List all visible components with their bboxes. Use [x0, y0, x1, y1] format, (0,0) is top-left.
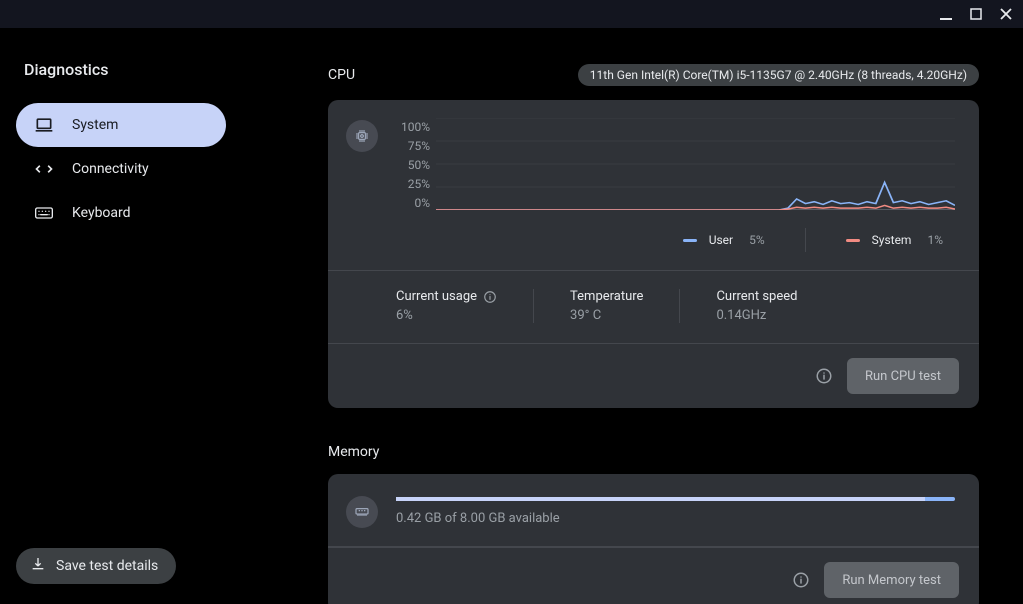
memory-available-text: 0.42 GB of 8.00 GB available: [396, 511, 955, 526]
cpu-chip-icon: [346, 120, 378, 152]
laptop-icon: [34, 115, 54, 135]
legend-swatch-user: [683, 239, 697, 242]
keyboard-icon: [34, 203, 54, 223]
app-title: Diagnostics: [24, 60, 296, 79]
sidebar-item-system[interactable]: System: [16, 103, 226, 147]
info-icon[interactable]: [815, 367, 833, 385]
memory-section-title: Memory: [328, 444, 379, 460]
stat-current-usage: Current usage 6%: [396, 289, 533, 323]
cpu-model-pill: 11th Gen Intel(R) Core(TM) i5-1135G7 @ 2…: [578, 64, 979, 86]
chart-y-axis: 100% 75% 50% 25% 0%: [392, 118, 430, 210]
run-cpu-test-button[interactable]: Run CPU test: [847, 358, 959, 394]
window-close-button[interactable]: [997, 5, 1015, 23]
cpu-usage-chart: [436, 118, 955, 210]
window-minimize-button[interactable]: [937, 5, 955, 23]
stat-current-speed: Current speed 0.14GHz: [679, 289, 833, 323]
save-button-label: Save test details: [56, 558, 158, 574]
connectivity-icon: [34, 159, 54, 179]
sidebar-item-connectivity[interactable]: Connectivity: [16, 147, 226, 191]
info-icon[interactable]: [483, 290, 497, 304]
legend-separator: [805, 228, 806, 252]
cpu-card: 100% 75% 50% 25% 0% User: [328, 100, 979, 408]
memory-usage-bar: [396, 497, 955, 501]
memory-card: 0.42 GB of 8.00 GB available Run Memory …: [328, 474, 979, 604]
legend-user: User 5%: [683, 233, 765, 247]
window-maximize-button[interactable]: [967, 5, 985, 23]
legend-swatch-system: [846, 239, 860, 242]
sidebar-item-label: Keyboard: [72, 205, 131, 221]
run-memory-test-button[interactable]: Run Memory test: [824, 562, 959, 598]
info-icon[interactable]: [792, 571, 810, 589]
legend-system: System 1%: [846, 233, 943, 247]
sidebar-item-keyboard[interactable]: Keyboard: [16, 191, 226, 235]
download-icon: [30, 556, 46, 576]
cpu-section-title: CPU: [328, 67, 355, 83]
sidebar-item-label: System: [72, 117, 118, 133]
save-test-details-button[interactable]: Save test details: [16, 548, 176, 584]
sidebar-item-label: Connectivity: [72, 161, 149, 177]
stat-temperature: Temperature 39° C: [533, 289, 679, 323]
memory-chip-icon: [346, 496, 378, 528]
